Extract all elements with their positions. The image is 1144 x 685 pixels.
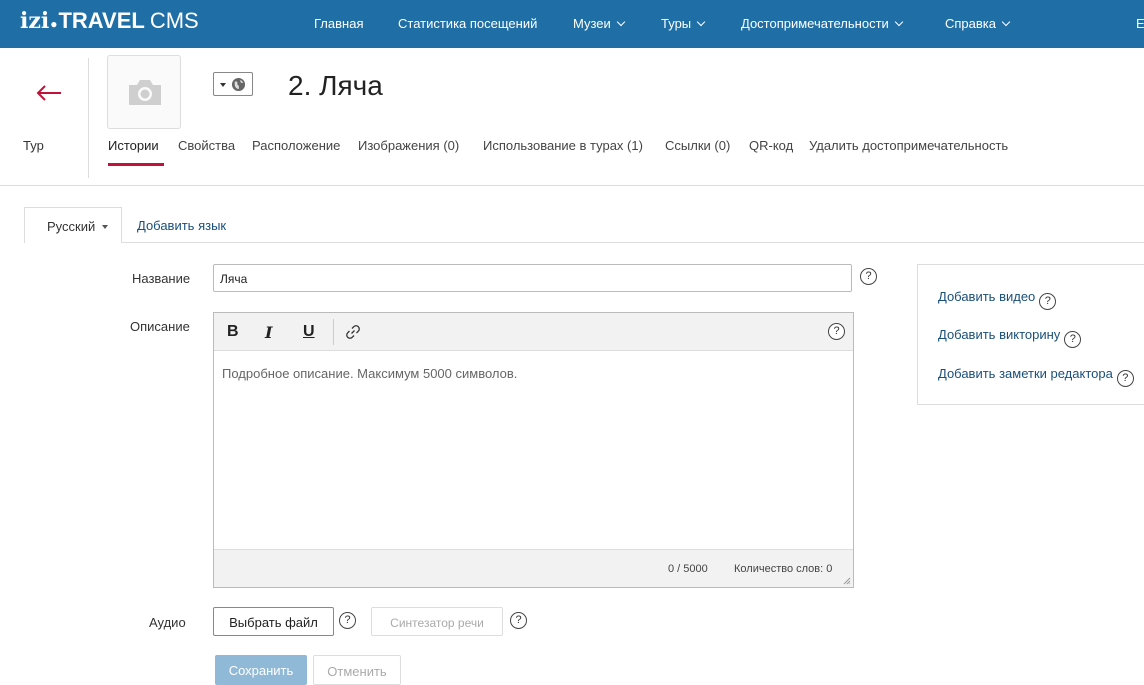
editor-status-bar: 0 / 5000 Количество слов: 0 — [214, 549, 853, 587]
synth-help-icon[interactable]: ? — [510, 612, 527, 629]
tab-images[interactable]: Изображения (0) — [358, 138, 459, 153]
nav-attractions[interactable]: Достопримечательности — [741, 16, 904, 31]
choose-file-button[interactable]: Выбрать файл — [213, 607, 334, 636]
add-quiz-link[interactable]: Добавить викторину? — [938, 327, 1082, 348]
back-arrow-icon[interactable] — [35, 83, 63, 103]
tab-location[interactable]: Расположение — [252, 138, 340, 153]
save-button[interactable]: Сохранить — [215, 655, 307, 685]
add-language-link[interactable]: Добавить язык — [137, 218, 226, 233]
description-editor[interactable]: B I U ? Подробное описание. Максимум 500… — [213, 312, 854, 588]
speech-synth-button[interactable]: Синтезатор речи — [371, 607, 503, 636]
extras-panel: Добавить видео? Добавить викторину? Доба… — [917, 264, 1144, 405]
izi-travel-logo[interactable]: izi●TRAVEL CMS — [20, 8, 199, 34]
tab-links[interactable]: Ссылки (0) — [665, 138, 730, 153]
bold-button[interactable]: B — [227, 323, 239, 341]
help-icon[interactable]: ? — [860, 268, 877, 285]
header-divider — [88, 58, 89, 178]
language-tabs-divider — [122, 242, 1144, 243]
chevron-down-icon — [1001, 17, 1011, 27]
chevron-down-icon — [894, 17, 904, 27]
resize-grip-icon[interactable] — [843, 577, 851, 585]
italic-button[interactable]: I — [265, 323, 272, 342]
back-label[interactable]: Тур — [23, 138, 44, 153]
editor-toolbar: B I U ? — [214, 313, 853, 351]
language-tab-russian[interactable]: Русский — [24, 207, 122, 243]
add-video-link[interactable]: Добавить видео? — [938, 289, 1057, 310]
logo-travel: TRAVEL — [58, 8, 145, 33]
top-navigation-bar: izi●TRAVEL CMS Главная Статистика посещен… — [0, 0, 1144, 48]
tab-properties[interactable]: Свойства — [178, 138, 235, 153]
cover-image-placeholder[interactable] — [107, 55, 181, 129]
logo-dot: ● — [50, 17, 58, 31]
logo-cms: CMS — [149, 8, 199, 33]
editor-help-icon[interactable]: ? — [828, 323, 845, 340]
caret-down-icon — [220, 83, 226, 87]
toolbar-separator — [333, 319, 334, 345]
page-header: Тур 2. Ляча Истории Свойства Расположени… — [0, 48, 1144, 186]
name-input[interactable]: Ляча — [213, 264, 852, 292]
globe-icon — [231, 77, 246, 92]
logo-izi: izi — [20, 8, 50, 34]
link-icon[interactable] — [345, 324, 361, 345]
cancel-button[interactable]: Отменить — [313, 655, 401, 685]
nav-tours[interactable]: Туры — [661, 16, 706, 31]
word-counter: Количество слов: 0 — [734, 563, 833, 575]
nav-museums[interactable]: Музеи — [573, 16, 626, 31]
help-icon[interactable]: ? — [1064, 331, 1082, 348]
tab-delete-attraction[interactable]: Удалить достопримечательность — [809, 138, 1008, 153]
tab-qr-code[interactable]: QR-код — [749, 138, 793, 153]
description-label: Описание — [130, 319, 190, 334]
description-placeholder: Подробное описание. Максимум 5000 символ… — [222, 366, 518, 381]
caret-down-icon — [102, 225, 109, 229]
underline-button[interactable]: U — [303, 323, 315, 341]
add-editor-notes-link[interactable]: Добавить заметки редактора? — [938, 366, 1134, 387]
nav-help[interactable]: Справка — [945, 16, 1011, 31]
active-tab-indicator — [108, 163, 164, 166]
nav-visit-stats[interactable]: Статистика посещений — [398, 16, 537, 31]
tab-tour-usage[interactable]: Использование в турах (1) — [483, 138, 643, 153]
char-counter: 0 / 5000 — [668, 563, 708, 575]
camera-icon — [129, 80, 161, 105]
help-icon[interactable]: ? — [1039, 293, 1057, 310]
nav-user-partial[interactable]: E — [1136, 16, 1144, 31]
name-label: Название — [132, 271, 191, 286]
audio-label: Аудио — [149, 615, 186, 630]
tab-stories[interactable]: Истории — [108, 138, 159, 153]
audio-help-icon[interactable]: ? — [339, 612, 356, 629]
page-title: 2. Ляча — [288, 70, 383, 101]
help-icon[interactable]: ? — [1116, 370, 1134, 387]
visibility-dropdown[interactable] — [213, 72, 253, 96]
chevron-down-icon — [696, 17, 706, 27]
chevron-down-icon — [616, 17, 626, 27]
nav-home[interactable]: Главная — [314, 16, 363, 31]
